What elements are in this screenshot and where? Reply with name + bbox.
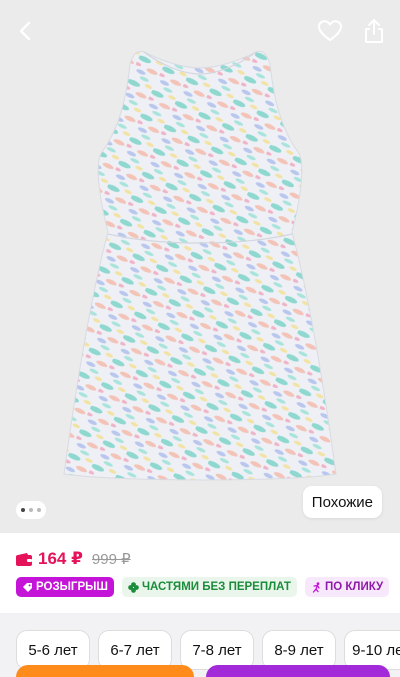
size-list: 5-6 лет 6-7 лет 7-8 лет 8-9 лет 9-10 лет (16, 630, 400, 670)
badge-installments-label: ЧАСТЯМИ БЕЗ ПЕРЕПЛАТ (141, 581, 291, 593)
badge-raffle[interactable]: РОЗЫГРЫШ (16, 577, 114, 597)
back-button[interactable] (9, 14, 43, 48)
product-screen: Похожие 164 ₽ 999 ₽ РОЗЫГРЫШ ЧАСТЯМИ БЕЗ… (0, 0, 400, 677)
add-to-cart-button[interactable] (206, 665, 390, 677)
clover-icon (128, 581, 139, 593)
badge-installments[interactable]: ЧАСТЯМИ БЕЗ ПЕРЕПЛАТ (121, 577, 297, 597)
badge-one-click[interactable]: ПО КЛИКУ (304, 577, 390, 597)
chevron-left-icon (19, 21, 31, 41)
pagination-dot (29, 508, 33, 512)
tag-icon (23, 582, 32, 592)
size-option[interactable]: 6-7 лет (98, 630, 172, 670)
favorite-button[interactable] (313, 14, 347, 48)
badge-raffle-label: РОЗЫГРЫШ (36, 581, 108, 593)
heart-outline-icon (317, 20, 343, 42)
runner-icon (312, 581, 320, 593)
buy-now-button[interactable] (16, 665, 194, 677)
size-option[interactable]: 8-9 лет (262, 630, 336, 670)
wallet-icon (16, 552, 32, 566)
badge-one-click-label: ПО КЛИКУ (324, 581, 384, 593)
pagination-dot (21, 508, 25, 512)
gallery-top-bar (0, 14, 400, 48)
product-gallery[interactable]: Похожие (0, 0, 400, 533)
promo-badges: РОЗЫГРЫШ ЧАСТЯМИ БЕЗ ПЕРЕПЛАТ ПО КЛИКУ (16, 577, 390, 597)
product-info: 164 ₽ 999 ₽ РОЗЫГРЫШ ЧАСТЯМИ БЕЗ ПЕРЕПЛА… (0, 533, 400, 613)
old-price: 999 ₽ (91, 551, 131, 568)
size-option[interactable]: 9-10 лет (344, 630, 400, 670)
price-row: 164 ₽ 999 ₽ (16, 549, 131, 569)
size-option[interactable]: 7-8 лет (180, 630, 254, 670)
share-icon (365, 19, 383, 43)
current-price: 164 ₽ (38, 549, 83, 568)
size-option[interactable]: 5-6 лет (16, 630, 90, 670)
gallery-pagination (16, 501, 46, 519)
share-button[interactable] (357, 14, 391, 48)
pagination-dot (37, 508, 41, 512)
action-bar (16, 665, 400, 677)
product-image (63, 50, 337, 481)
similar-button[interactable]: Похожие (302, 486, 382, 518)
